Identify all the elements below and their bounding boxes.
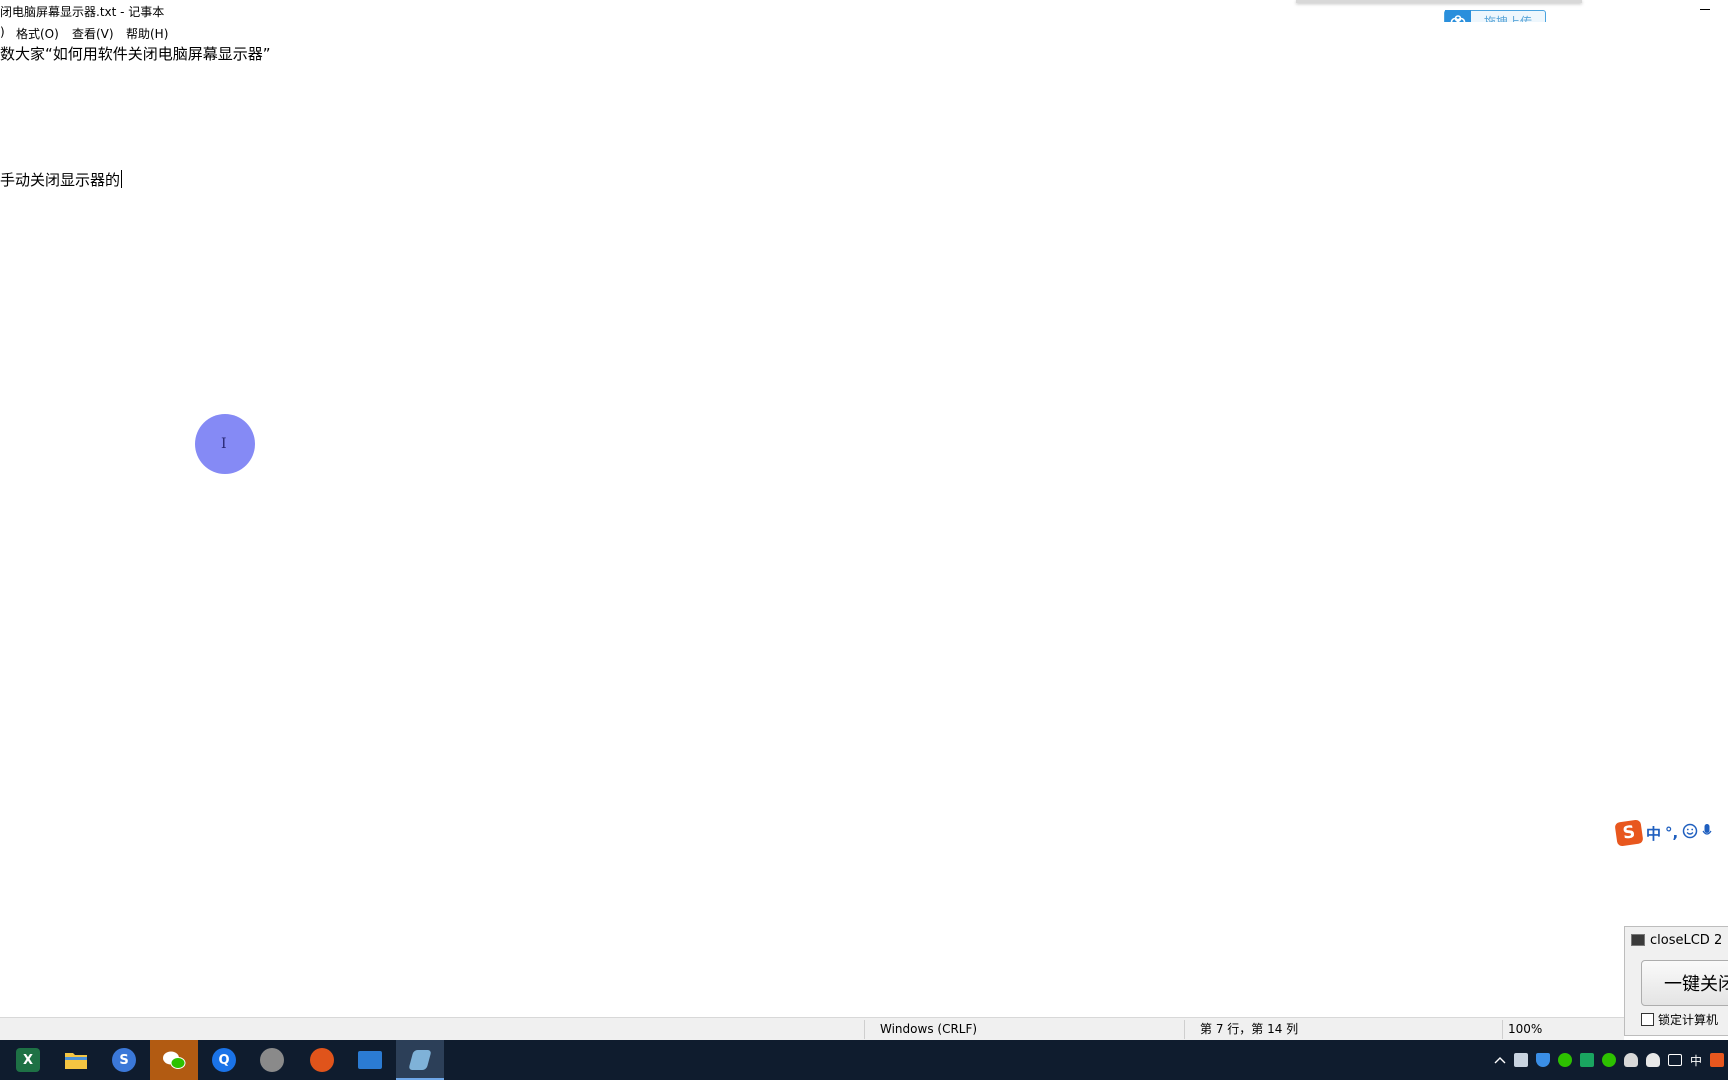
taskbar-search[interactable]: Q	[200, 1040, 248, 1080]
window-title: 闭电脑屏幕显示器.txt - 记事本	[0, 5, 165, 19]
taskbar-notepad[interactable]	[396, 1040, 444, 1080]
file-explorer-icon	[64, 1048, 88, 1072]
status-separator	[864, 1020, 865, 1039]
taskbar-remote-desktop[interactable]	[346, 1040, 394, 1080]
ibeam-cursor-icon: I	[221, 436, 227, 452]
taskbar-wechat[interactable]	[150, 1040, 198, 1080]
monitor-tray-icon[interactable]	[1513, 1053, 1528, 1067]
closelcd-titlebar: closeLCD 2	[1625, 927, 1728, 953]
excel-icon: X	[16, 1048, 40, 1072]
ime-punctuation-toggle[interactable]: °,	[1665, 824, 1678, 842]
status-bar: Windows (CRLF) 第 7 行，第 14 列 100%	[0, 1017, 1624, 1041]
status-separator	[1184, 1020, 1185, 1039]
taskbar-avatar-app[interactable]	[248, 1040, 296, 1080]
text-editor[interactable]: 数大家“如何用软件关闭电脑屏幕显示器” 手动关闭显示器的 I	[0, 42, 1728, 1017]
text-line-7-content: 手动关闭显示器的	[0, 171, 121, 189]
wechat-tray-icon[interactable]	[1557, 1053, 1572, 1067]
closelcd-title: closeLCD 2	[1650, 932, 1723, 948]
taskbar-excel[interactable]: X	[4, 1040, 52, 1080]
checkbox-box[interactable]	[1641, 1013, 1654, 1026]
tray-ime-indicator[interactable]: 中	[1690, 1052, 1702, 1069]
system-tray: 中	[1494, 1040, 1728, 1080]
status-separator	[1502, 1020, 1503, 1039]
minimize-button[interactable]	[1694, 0, 1716, 20]
ime-mode-toggle[interactable]: 中	[1646, 823, 1661, 844]
mouse-cursor-highlight: I	[195, 414, 255, 474]
network-icon[interactable]	[1667, 1054, 1682, 1066]
sogou-logo-icon[interactable]: S	[1614, 819, 1644, 847]
qq-tray-icon-2[interactable]	[1645, 1053, 1660, 1067]
text-line-1: 数大家“如何用软件关闭电脑屏幕显示器”	[0, 45, 271, 63]
notepad-icon	[408, 1050, 432, 1070]
menu-bar: ) 格式(O) 查看(V) 帮助(H)	[0, 22, 1728, 43]
avatar-app-icon	[260, 1048, 284, 1072]
qq-tray-icon[interactable]	[1623, 1053, 1638, 1067]
app-tray-icon[interactable]	[1579, 1053, 1594, 1067]
closelcd-window: closeLCD 2 一键关闭 锁定计算机	[1624, 926, 1728, 1036]
ime-toolbar[interactable]: S 中 °,	[1614, 818, 1728, 848]
one-click-close-label: 一键关闭	[1664, 974, 1728, 995]
sogou-tray-icon[interactable]	[1710, 1053, 1724, 1067]
remote-desktop-icon	[358, 1051, 382, 1069]
wechat-icon	[162, 1048, 186, 1072]
taskbar-game-app[interactable]	[298, 1040, 346, 1080]
taskbar-file-explorer[interactable]	[52, 1040, 100, 1080]
wechat-work-tray-icon[interactable]	[1601, 1053, 1616, 1067]
sogou-browser-icon: S	[112, 1048, 136, 1072]
closelcd-app-icon	[1631, 934, 1645, 946]
taskbar: X S Q 中	[0, 1040, 1728, 1080]
text-line-7: 手动关闭显示器的	[0, 170, 123, 190]
menu-item-format[interactable]: 格式(O)	[16, 25, 59, 42]
popup-shadow	[1296, 0, 1582, 3]
game-app-icon	[310, 1048, 334, 1072]
status-position: 第 7 行，第 14 列	[1200, 1022, 1299, 1036]
chevron-up-icon[interactable]	[1494, 1053, 1506, 1067]
lock-computer-label: 锁定计算机	[1658, 1013, 1719, 1027]
menu-item-view[interactable]: 查看(V)	[72, 25, 114, 42]
one-click-close-button[interactable]: 一键关闭	[1641, 960, 1728, 1006]
search-icon: Q	[212, 1048, 236, 1072]
lock-computer-checkbox[interactable]: 锁定计算机	[1641, 1011, 1718, 1028]
taskbar-sogou-browser[interactable]: S	[100, 1040, 148, 1080]
status-zoom: 100%	[1508, 1022, 1543, 1036]
menu-item-help[interactable]: 帮助(H)	[126, 25, 168, 42]
shield-icon[interactable]	[1535, 1053, 1550, 1067]
microphone-icon[interactable]	[1702, 823, 1712, 843]
text-caret	[121, 170, 123, 188]
menu-item-edit[interactable]: )	[0, 25, 5, 39]
status-encoding: Windows (CRLF)	[880, 1022, 978, 1036]
title-bar: 闭电脑屏幕显示器.txt - 记事本 拖拽上传	[0, 0, 1728, 32]
smile-icon[interactable]	[1682, 823, 1698, 843]
